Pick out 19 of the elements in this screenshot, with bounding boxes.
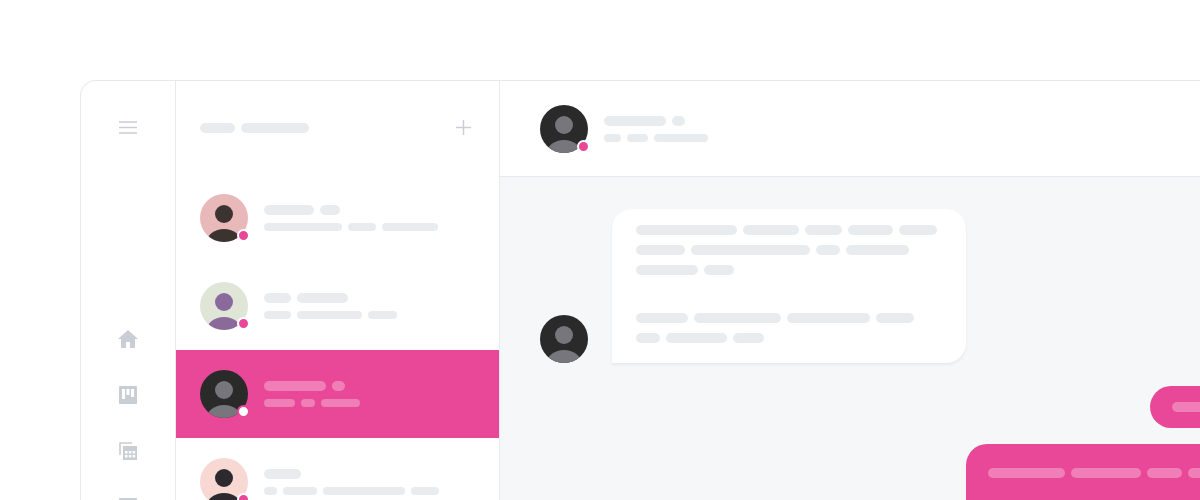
avatar bbox=[200, 282, 248, 330]
text-placeholder bbox=[1147, 468, 1182, 478]
text-placeholder bbox=[301, 399, 315, 407]
text-placeholder bbox=[264, 381, 326, 391]
menu-icon[interactable] bbox=[119, 121, 137, 134]
text-placeholder bbox=[264, 399, 295, 407]
avatar bbox=[540, 104, 588, 153]
home-icon[interactable] bbox=[118, 330, 138, 348]
avatar bbox=[540, 315, 588, 363]
text-placeholder bbox=[332, 381, 345, 391]
add-icon[interactable] bbox=[456, 120, 471, 135]
text-placeholder bbox=[321, 399, 360, 407]
avatar bbox=[200, 458, 248, 500]
avatar bbox=[200, 370, 248, 418]
conversation-item[interactable] bbox=[176, 350, 499, 438]
text-placeholder bbox=[1071, 468, 1141, 478]
board-icon[interactable] bbox=[119, 386, 137, 404]
calendar-icon[interactable] bbox=[119, 442, 137, 460]
avatar bbox=[200, 194, 248, 242]
